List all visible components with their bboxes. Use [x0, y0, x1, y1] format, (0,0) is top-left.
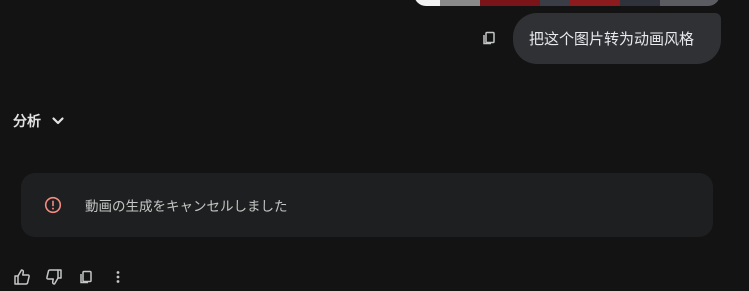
chat-page: 把这个图片转为动画风格 分析 動画の生成をキャンセルしました [0, 0, 749, 291]
more-vert-icon [116, 271, 120, 283]
analysis-label: 分析 [13, 114, 41, 130]
thumb-up-icon [14, 269, 30, 285]
more-options-button[interactable] [108, 267, 128, 287]
error-circle-icon [44, 196, 62, 214]
image-region [540, 0, 570, 6]
notice-icon-wrap [44, 196, 62, 214]
copy-response-button[interactable] [76, 267, 96, 287]
video-cancelled-notice: 動画の生成をキャンセルしました [21, 173, 713, 237]
image-region [620, 0, 660, 6]
image-region [440, 0, 480, 6]
copy-icon [80, 270, 92, 284]
response-actions [12, 266, 128, 288]
chevron-down-icon [52, 117, 64, 125]
user-message-text: 把这个图片转为动画风格 [529, 30, 695, 48]
uploaded-image-thumbnail[interactable] [414, 0, 720, 6]
user-message-bubble: 把这个图片转为动画风格 [513, 13, 721, 64]
analysis-toggle[interactable]: 分析 [13, 110, 65, 132]
copy-icon [483, 31, 495, 45]
copy-prompt-button[interactable] [479, 28, 499, 48]
image-region [570, 0, 620, 6]
image-region [660, 0, 720, 6]
image-region [480, 0, 540, 6]
thumb-down-icon [46, 269, 62, 285]
notice-text: 動画の生成をキャンセルしました [85, 199, 288, 215]
thumbs-down-button[interactable] [44, 267, 64, 287]
image-region [414, 0, 440, 6]
thumbs-up-button[interactable] [12, 267, 32, 287]
